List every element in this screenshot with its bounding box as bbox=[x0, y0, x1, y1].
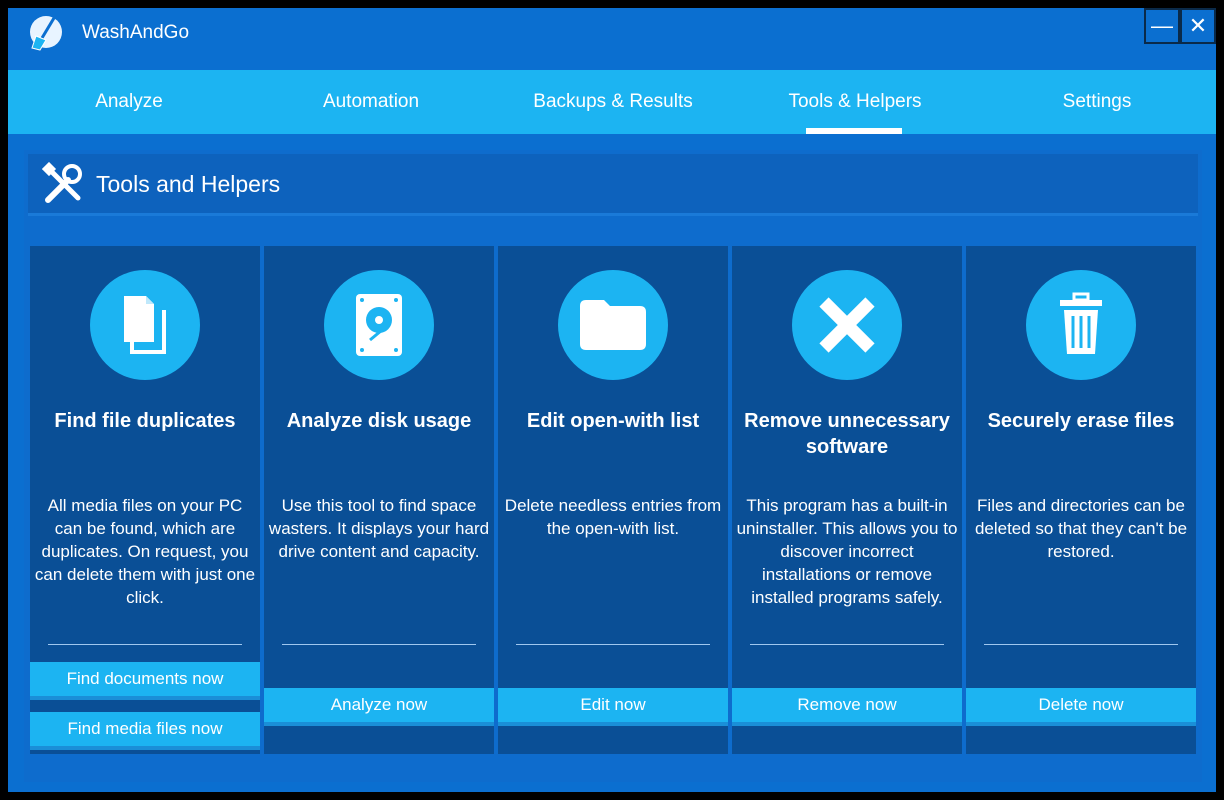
tools-panel: Tools and Helpers Find file duplicates A… bbox=[24, 150, 1202, 782]
card-description: All media files on your PC can be found,… bbox=[34, 496, 256, 607]
tab-bar: Analyze Automation Backups & Results Too… bbox=[8, 70, 1216, 134]
divider bbox=[516, 644, 710, 645]
card-description: Files and directories can be deleted so … bbox=[974, 496, 1188, 561]
card-icon-circle bbox=[1026, 270, 1136, 380]
trash-icon bbox=[1060, 292, 1102, 354]
title-bar: WashAndGo — ✕ bbox=[8, 8, 1216, 70]
tools-icon bbox=[42, 162, 82, 203]
delete-now-button[interactable]: Delete now bbox=[966, 688, 1196, 726]
card-icon-circle bbox=[324, 270, 434, 380]
tab-tools-helpers[interactable]: Tools & Helpers bbox=[734, 70, 976, 134]
card-secure-erase: Securely erase files Files and directori… bbox=[966, 246, 1196, 754]
card-disk-usage: Analyze disk usage Use this tool to find… bbox=[264, 246, 494, 754]
divider bbox=[984, 644, 1178, 645]
active-tab-indicator bbox=[806, 128, 902, 134]
divider bbox=[48, 644, 242, 645]
find-media-files-button[interactable]: Find media files now bbox=[30, 712, 260, 750]
find-documents-button[interactable]: Find documents now bbox=[30, 662, 260, 700]
divider bbox=[282, 644, 476, 645]
tab-backups-results[interactable]: Backups & Results bbox=[492, 70, 734, 134]
card-icon-circle bbox=[792, 270, 902, 380]
section-header: Tools and Helpers bbox=[28, 154, 1198, 216]
minimize-button[interactable]: — bbox=[1144, 8, 1180, 44]
edit-now-button[interactable]: Edit now bbox=[498, 688, 728, 726]
card-title: Analyze disk usage bbox=[286, 410, 472, 432]
close-button[interactable]: ✕ bbox=[1180, 8, 1216, 44]
folder-icon bbox=[580, 300, 646, 350]
card-remove-software: Remove unnecessary software This program… bbox=[732, 246, 962, 754]
documents-icon bbox=[124, 296, 166, 354]
card-description: Delete needless entries from the open-wi… bbox=[504, 496, 722, 538]
remove-now-button[interactable]: Remove now bbox=[732, 688, 962, 726]
tab-settings[interactable]: Settings bbox=[976, 70, 1218, 134]
card-description: Use this tool to find space wasters. It … bbox=[268, 496, 490, 561]
card-title: Securely erase files bbox=[987, 410, 1175, 432]
tab-analyze[interactable]: Analyze bbox=[8, 70, 250, 134]
analyze-now-button[interactable]: Analyze now bbox=[264, 688, 494, 726]
section-title: Tools and Helpers bbox=[96, 171, 281, 197]
x-icon bbox=[819, 297, 875, 353]
card-description: This program has a built-in uninstaller.… bbox=[736, 496, 958, 607]
app-title: WashAndGo bbox=[82, 22, 190, 43]
card-title: Edit open-with list bbox=[526, 410, 700, 432]
divider bbox=[750, 644, 944, 645]
hard-drive-icon bbox=[356, 294, 402, 356]
app-window: WashAndGo — ✕ Analyze Automation Backups… bbox=[8, 8, 1216, 792]
card-title: Remove unnecessary software bbox=[744, 410, 950, 458]
card-find-duplicates: Find file duplicates All media files on … bbox=[30, 246, 260, 754]
card-open-with: Edit open-with list Delete needless entr… bbox=[498, 246, 728, 754]
card-icon-circle bbox=[90, 270, 200, 380]
card-icon-circle bbox=[558, 270, 668, 380]
card-title: Find file duplicates bbox=[54, 410, 236, 432]
tab-automation[interactable]: Automation bbox=[250, 70, 492, 134]
broom-logo-icon bbox=[30, 16, 62, 51]
